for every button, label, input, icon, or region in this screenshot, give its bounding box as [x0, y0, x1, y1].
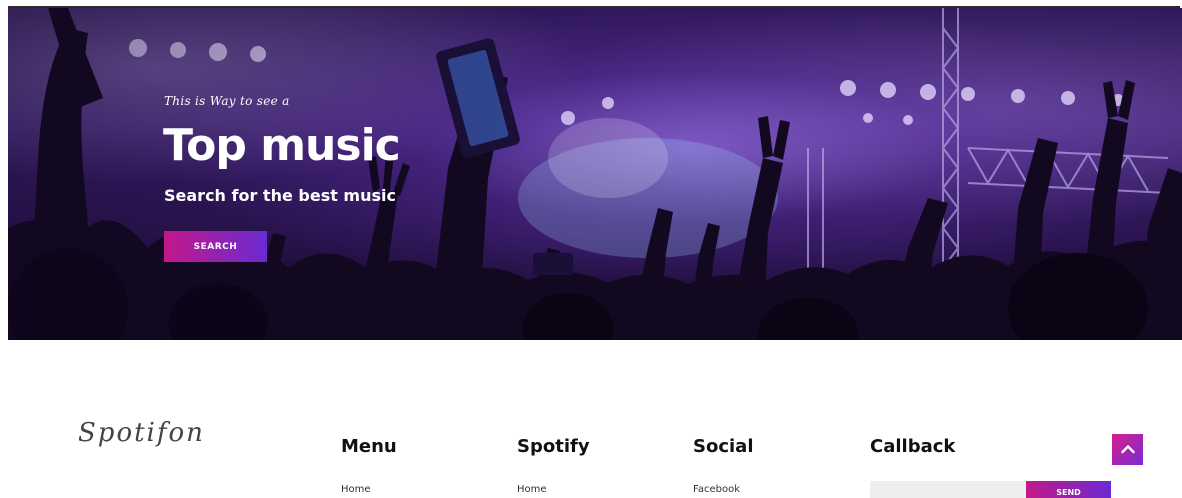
footer-logo[interactable]: Spotifon [78, 418, 205, 448]
hero-overlay [8, 8, 1182, 340]
search-button[interactable]: SEARCH [164, 231, 267, 262]
footer-link-home[interactable]: Home [341, 484, 371, 495]
chevron-up-icon [1120, 442, 1135, 457]
hero-title: Top music [163, 120, 401, 171]
footer-column-callback: Callback [870, 436, 955, 458]
footer-heading-spotify: Spotify [517, 436, 590, 457]
hero-subtitle: Search for the best music [164, 186, 396, 205]
footer-column-menu: Menu Home [341, 436, 397, 495]
footer-link-facebook[interactable]: Facebook [693, 484, 740, 495]
footer-heading-callback: Callback [870, 436, 956, 457]
scroll-to-top-button[interactable] [1112, 434, 1143, 465]
footer-heading-social: Social [693, 436, 754, 457]
callback-phone-input[interactable] [870, 481, 1026, 498]
footer-heading-menu: Menu [341, 436, 397, 457]
footer-column-social: Social Facebook [693, 436, 754, 495]
footer-link-home[interactable]: Home [517, 484, 547, 495]
send-button[interactable]: SEND [1026, 481, 1111, 498]
hero-tagline: This is Way to see a [164, 94, 290, 108]
footer-column-spotify: Spotify Home [517, 436, 590, 495]
hero-banner: This is Way to see a Top music Search fo… [8, 8, 1182, 340]
